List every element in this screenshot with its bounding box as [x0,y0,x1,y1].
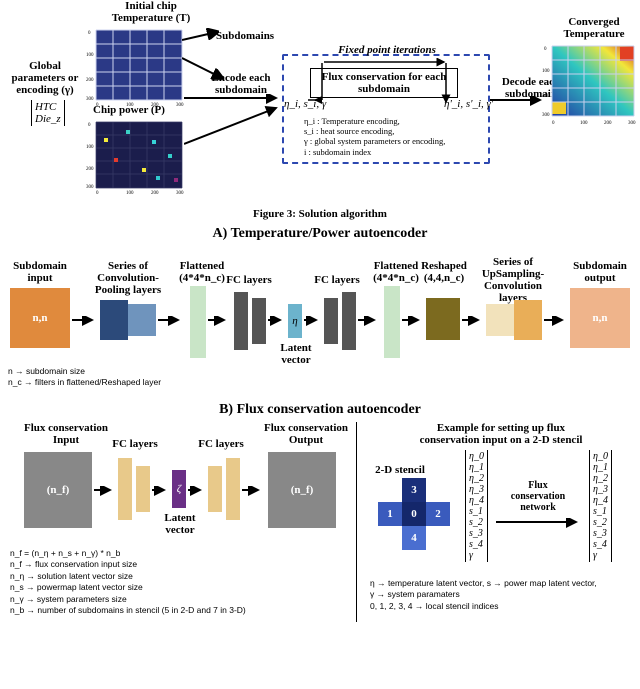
svg-text:100: 100 [86,53,94,58]
svg-text:0: 0 [96,191,99,196]
label-example-title: Example for setting up flux conservation… [386,422,616,446]
latent-out: η'_i, s'_i, γ' [444,98,493,110]
label-flux-latent: Latent vector [162,512,198,536]
label-flux-in: Flux conservation Input [16,422,116,446]
block-conv1 [100,300,128,340]
svg-text:300: 300 [628,121,636,126]
label-upsamp: Series of UpSampling- Convolution layers [470,256,556,304]
svg-text:100: 100 [580,121,588,126]
label-converged: Converged Temperature [554,16,634,40]
block-fc2a [324,298,338,344]
grid-temperature: 0100200300 0100200300 [86,26,186,106]
svg-text:100: 100 [126,191,134,196]
grid-converged: 0 100 200 300 0 100 200 300 [542,42,640,130]
block-flux-in: (n_f) [24,452,92,528]
section-a-title: A) Temperature/Power autoencoder [6,226,634,242]
label-fc2: FC layers [310,274,364,286]
svg-text:300: 300 [176,191,184,196]
label-flux-fc1: FC layers [108,438,162,450]
label-global-params: Global parameters or encoding (γ) [6,60,84,96]
svg-text:200: 200 [604,121,612,126]
label-chip-power: Chip power (P) [84,104,174,116]
ae-footnotes: n → subdomain size n_c → filters in flat… [8,366,161,389]
legend-encoding: η_i : Temperature encoding, s_i : heat s… [304,116,484,157]
block-reshape [426,298,460,340]
block-flat1 [190,286,206,358]
svg-text:0: 0 [88,31,91,36]
svg-text:0: 0 [88,123,91,128]
label-initial-temp: Initial chip Temperature (T) [101,0,201,24]
global-vector: HTCDie_z [30,100,66,126]
svg-text:200: 200 [86,167,94,172]
block-flux-fc1b [136,466,150,512]
svg-text:100: 100 [542,69,550,74]
svg-text:200: 200 [542,94,550,99]
label-sub-input: Subdomain input [8,260,72,284]
svg-text:300: 300 [176,103,184,106]
flux-example-legend: η → temperature latent vector, s → power… [370,578,630,612]
block-flux-fc1a [118,458,132,520]
block-conv2 [128,304,156,336]
svg-text:300: 300 [542,113,550,118]
label-latent: Latent vector [278,342,314,366]
svg-text:300: 300 [86,185,94,190]
flux-autoencoder-diagram: Flux conservation Input (n_f) FC layers … [6,422,634,632]
label-sub-output: Subdomain output [568,260,632,284]
label-flux-net: Flux conservation network [498,480,578,513]
section-b-title: B) Flux conservation autoencoder [6,402,634,418]
block-flat2 [384,286,400,358]
label-encode: Encode each subdomain [206,72,276,96]
block-output: n,n [570,288,630,348]
block-flux-latent: ζ [172,470,186,508]
svg-text:100: 100 [86,145,94,150]
block-up2 [514,300,542,340]
block-fc1b [252,298,266,344]
label-reshape: Reshaped (4,4,n_c) [416,260,472,284]
label-fpi: Fixed point iterations [302,44,472,56]
svg-text:200: 200 [151,191,159,196]
svg-text:300: 300 [86,97,94,102]
label-2d-stencil: 2-D stencil [370,464,430,476]
stencil-2d: 3 1 0 2 4 [374,478,454,558]
label-flux-fc2: FC layers [194,438,248,450]
vertical-separator [356,422,357,622]
label-conv: Series of Convolution- Pooling layers [90,260,166,296]
block-latent-eta: η [288,304,302,338]
latent-in: η_i, s_i, γ [284,98,326,110]
matrix-input: η_0 η_1 η_2 η_3 η_4 s_1 s_2 s_3 s_4 γ [464,450,489,562]
autoencoder-diagram: Subdomain input n,n Series of Convolutio… [6,246,634,396]
block-input: n,n [10,288,70,348]
block-flux-fc2b [226,458,240,520]
block-flux-fc2a [208,466,222,512]
svg-text:200: 200 [86,78,94,83]
block-flux-out: (n_f) [268,452,336,528]
label-flux-out: Flux conservation Output [256,422,356,446]
svg-text:0: 0 [552,121,555,126]
grid-power: 0 100 200 300 0 100 200 300 [86,118,186,196]
flux-footnotes: n_f = (n_η + n_s + n_γ) * n_b n_f → flux… [10,548,340,617]
block-fc1a [234,292,248,350]
label-fc1: FC layers [222,274,276,286]
svg-text:0: 0 [544,47,547,52]
block-up1 [486,304,514,336]
block-fc2b [342,292,356,350]
solution-algorithm-diagram: Initial chip Temperature (T) 0 100 200 300 … [6,0,634,200]
figure-3-caption: Figure 3: Solution algorithm [6,208,634,220]
matrix-output: η_0 η_1 η_2 η_3 η_4 s_1 s_2 s_3 s_4 γ [588,450,613,562]
